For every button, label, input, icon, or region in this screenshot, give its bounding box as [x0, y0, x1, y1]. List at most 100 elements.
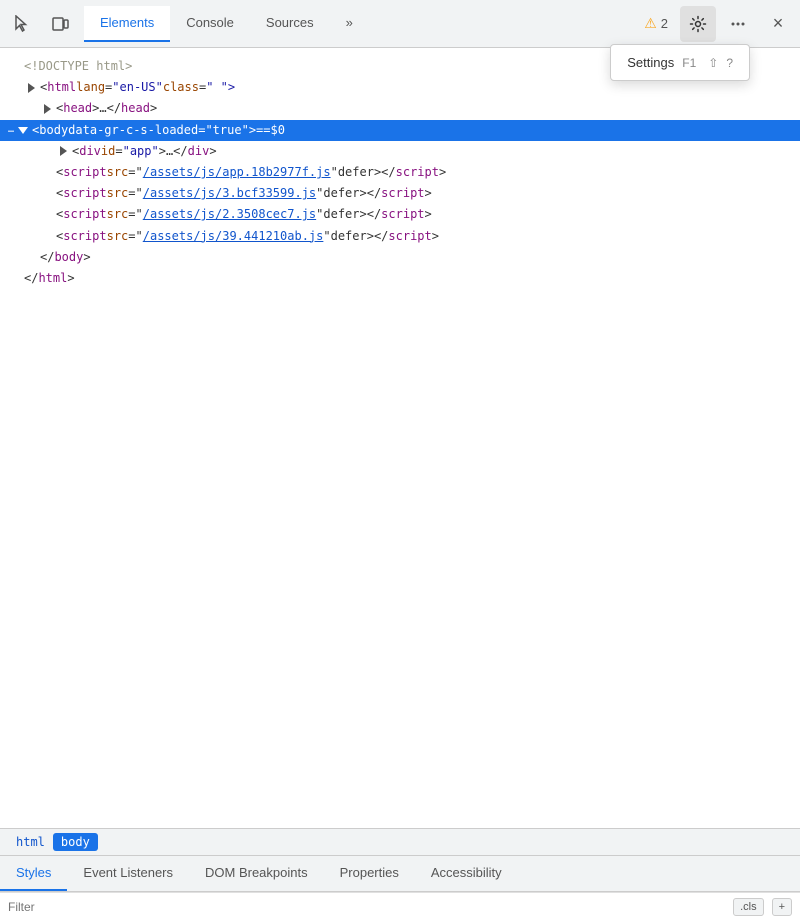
script4-link[interactable]: /assets/js/39.441210ab.js [143, 227, 324, 246]
bracket: < [72, 142, 79, 161]
bracket: > [439, 163, 446, 182]
bracket: </ [24, 269, 38, 288]
quote-open: " [136, 184, 143, 203]
eq: = [128, 205, 135, 224]
dom-tree[interactable]: <!DOCTYPE html> <html lang="en-US" class… [0, 48, 800, 828]
filter-bar: .cls + [0, 892, 800, 920]
bracket: >…</ [159, 142, 188, 161]
toolbar: Elements Console Sources » ⚠ 2 × [0, 0, 800, 48]
triangle-down-icon [18, 127, 28, 134]
breadcrumb-html[interactable]: html [8, 833, 53, 851]
attr-lang: lang [76, 78, 105, 97]
bracket: > [432, 227, 439, 246]
toggle-body[interactable] [16, 123, 30, 137]
script2-link[interactable]: /assets/js/3.bcf33599.js [143, 184, 316, 203]
bracket: > [249, 121, 256, 140]
eq: = [128, 163, 135, 182]
toggle-head[interactable] [40, 102, 54, 116]
bracket: > [425, 205, 432, 224]
quote-open: " [136, 163, 143, 182]
bracket: < [56, 227, 63, 246]
warning-badge[interactable]: ⚠ 2 [636, 11, 676, 36]
more-icon [729, 15, 747, 33]
toggle-div-app[interactable] [56, 144, 70, 158]
attr-lang-val: "en-US" [112, 78, 163, 97]
dom-line-script1[interactable]: <script src="/assets/js/app.18b2977f.js"… [0, 162, 800, 183]
toggle-html[interactable] [24, 81, 38, 95]
bracket: </ [40, 248, 54, 267]
tag-div-close: div [188, 142, 210, 161]
tab-properties[interactable]: Properties [324, 856, 415, 891]
settings-shortcut-shift: ⇧ [708, 56, 718, 70]
device-toggle-button[interactable] [42, 6, 78, 42]
dom-line-script4[interactable]: <script src="/assets/js/39.441210ab.js" … [0, 226, 800, 247]
bracket: > [83, 248, 90, 267]
dom-line-script2[interactable]: <script src="/assets/js/3.bcf33599.js" d… [0, 183, 800, 204]
dom-line-head[interactable]: <head>…</head> [0, 98, 800, 119]
dollar0: $0 [271, 121, 285, 140]
settings-shortcut-q: ? [726, 56, 733, 70]
quote-close: " [316, 205, 323, 224]
tag-script-close: script [388, 227, 431, 246]
cursor-tool-button[interactable] [4, 6, 40, 42]
dom-line-script3[interactable]: <script src="/assets/js/2.3508cec7.js" d… [0, 204, 800, 225]
tag-head-close: head [121, 99, 150, 118]
filter-add-button[interactable]: + [772, 898, 792, 916]
script3-link[interactable]: /assets/js/2.3508cec7.js [143, 205, 316, 224]
defer-close: defer></ [338, 163, 396, 182]
dom-line-body-close[interactable]: </body> [0, 247, 800, 268]
tab-sources[interactable]: Sources [250, 6, 330, 42]
quote-close: " [323, 227, 330, 246]
settings-button[interactable] [680, 6, 716, 42]
tag-script: script [63, 227, 106, 246]
dom-line-body[interactable]: … <body data-gr-c-s-loaded="true" > == $… [0, 120, 800, 141]
toolbar-left: Elements Console Sources » [4, 6, 369, 42]
attr-src: src [107, 184, 129, 203]
bracket: < [32, 121, 39, 140]
tab-dom-breakpoints[interactable]: DOM Breakpoints [189, 856, 324, 891]
ellipsis: … [8, 122, 14, 138]
attr-data-gr: data-gr-c-s-loaded [68, 121, 198, 140]
breadcrumb-body[interactable]: body [53, 833, 98, 851]
tag-script: script [63, 184, 106, 203]
dom-line-html-close[interactable]: </html> [0, 268, 800, 289]
dom-line-div-app[interactable]: <div id="app">…</div> [0, 141, 800, 162]
device-icon [51, 15, 69, 33]
eq: = [198, 121, 205, 140]
tab-elements[interactable]: Elements [84, 6, 170, 42]
attr-id-val: "app" [123, 142, 159, 161]
quote-close: " [331, 163, 338, 182]
script1-link[interactable]: /assets/js/app.18b2977f.js [143, 163, 331, 182]
bracket: < [56, 163, 63, 182]
tab-more[interactable]: » [330, 6, 369, 42]
settings-dropdown: Settings F1 ⇧ ? [610, 44, 750, 81]
warning-count: 2 [661, 16, 668, 31]
tab-event-listeners[interactable]: Event Listeners [67, 856, 189, 891]
close-button[interactable]: × [760, 6, 796, 42]
tab-styles[interactable]: Styles [0, 856, 67, 891]
bracket: > [150, 99, 157, 118]
settings-dropdown-item[interactable]: Settings F1 ⇧ ? [611, 49, 749, 76]
settings-shortcut: F1 [682, 56, 696, 70]
tag-script-close: script [381, 184, 424, 203]
triangle-right-icon [60, 146, 67, 156]
more-options-button[interactable] [720, 6, 756, 42]
quote-close: " [316, 184, 323, 203]
filter-cls-button[interactable]: .cls [733, 898, 764, 916]
bracket: > [209, 142, 216, 161]
tag-div: div [79, 142, 101, 161]
cursor-icon [13, 15, 31, 33]
attr-src: src [107, 163, 129, 182]
tab-console[interactable]: Console [170, 6, 250, 42]
filter-input[interactable] [8, 900, 725, 914]
defer-close: defer></ [323, 184, 381, 203]
attr-class-val: " "> [206, 78, 235, 97]
tag-script-close: script [396, 163, 439, 182]
bracket: < [40, 78, 47, 97]
quote-open: " [136, 227, 143, 246]
eq: = [128, 227, 135, 246]
doctype-text: <!DOCTYPE html> [24, 57, 132, 76]
tag-html: html [47, 78, 76, 97]
tab-accessibility[interactable]: Accessibility [415, 856, 518, 891]
gear-icon [689, 15, 707, 33]
